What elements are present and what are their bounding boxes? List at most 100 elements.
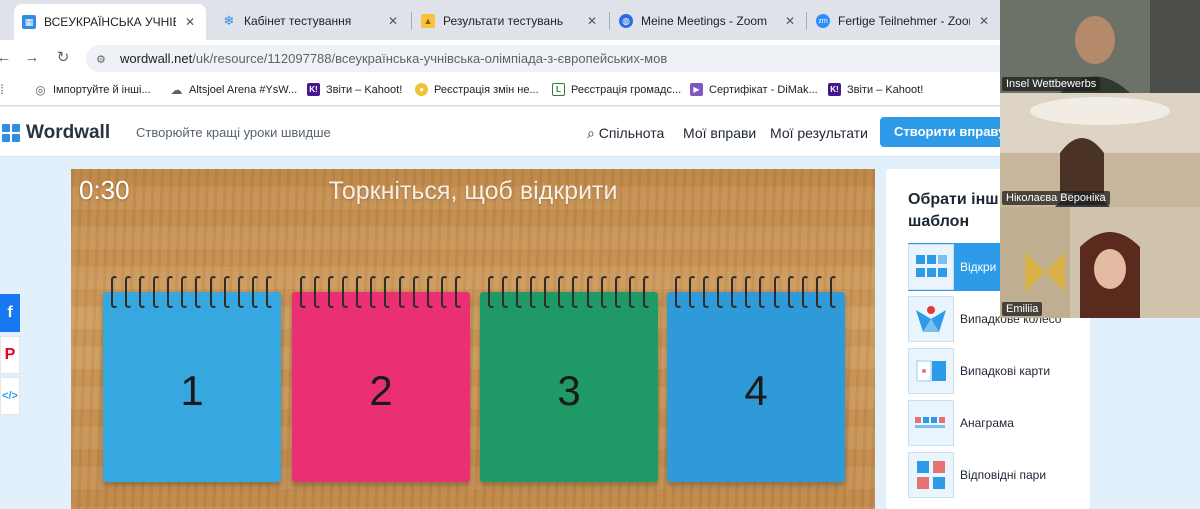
template-anagram[interactable]: Анаграма xyxy=(908,399,1090,447)
spiral-ring xyxy=(628,276,636,308)
document-icon: L xyxy=(552,83,565,96)
spiral-ring xyxy=(153,276,161,308)
snowflake-icon: ❄ xyxy=(223,13,235,28)
video-tile-3[interactable]: Emiliia xyxy=(1000,207,1200,318)
spiral-binding xyxy=(300,276,462,308)
close-icon[interactable]: ✕ xyxy=(182,15,198,29)
game-board[interactable]: 0:30 Торкніться, щоб відкрити 1 2 3 4 xyxy=(71,169,875,509)
tab-zoom-participants[interactable]: zm Fertige Teilnehmer - Zoom ✕ xyxy=(808,6,1000,36)
cards-icon xyxy=(908,348,954,394)
bookmark-item[interactable]: ◎ Імпортуйте й інші... xyxy=(34,82,151,97)
participant-video xyxy=(1000,93,1200,207)
tab-wordwall[interactable]: ▦ ВСЕУКРАЇНСЬКА УЧНІВСЬКА ✕ xyxy=(14,4,206,40)
nav-community[interactable]: ⌕ Спільнота xyxy=(587,125,664,142)
bookmark-item[interactable]: ▶ Сертифікат - DiMak... xyxy=(690,83,818,96)
bookmark-label: Реєстрація громадс... xyxy=(571,83,682,96)
box-card-4[interactable]: 4 xyxy=(667,292,845,482)
reload-icon[interactable]: ↻ xyxy=(53,48,73,68)
spiral-binding xyxy=(675,276,837,308)
embed-icon[interactable]: </> xyxy=(0,377,20,415)
address-bar[interactable]: ⚙ wordwall.net /uk/resource/112097788/вс… xyxy=(86,45,1026,72)
spiral-ring xyxy=(328,276,336,308)
wordwall-logo[interactable]: Wordwall xyxy=(2,122,110,144)
close-icon[interactable]: ✕ xyxy=(976,14,992,28)
bookmark-item[interactable]: ● Реєстрація змін не... xyxy=(415,83,539,96)
bookmark-label: Реєстрація змін не... xyxy=(434,83,539,96)
site-settings-icon[interactable]: ⚙ xyxy=(96,53,110,66)
spiral-ring xyxy=(558,276,566,308)
template-random-cards[interactable]: Випадкові карти xyxy=(908,347,1090,395)
close-icon[interactable]: ✕ xyxy=(584,14,600,28)
bookmark-label: Звіти – Kahoot! xyxy=(847,83,924,96)
spiral-ring xyxy=(544,276,552,308)
spiral-ring xyxy=(787,276,795,308)
template-matching-pairs[interactable]: Відповідні пари xyxy=(908,451,1090,499)
spiral-ring xyxy=(398,276,406,308)
tab-label: Fertige Teilnehmer - Zoom xyxy=(838,14,970,28)
spiral-ring xyxy=(717,276,725,308)
tab-testing-cabinet[interactable]: ❄ Кабінет тестування ✕ xyxy=(214,6,409,36)
spiral-ring xyxy=(251,276,259,308)
spiral-ring xyxy=(703,276,711,308)
spiral-ring xyxy=(689,276,697,308)
spiral-ring xyxy=(815,276,823,308)
globe-icon: ◎ xyxy=(34,82,47,97)
video-tile-1[interactable]: Insel Wettbewerbs xyxy=(1000,0,1200,93)
wordwall-icon: ▦ xyxy=(22,15,36,29)
pinterest-icon[interactable]: P xyxy=(0,336,20,374)
spiral-ring xyxy=(314,276,322,308)
bookmark-item[interactable]: L Реєстрація громадс... xyxy=(552,83,681,96)
spiral-ring xyxy=(195,276,203,308)
spiral-ring xyxy=(745,276,753,308)
nav-my-activities[interactable]: Мої вправи xyxy=(683,125,756,141)
spiral-ring xyxy=(502,276,510,308)
box-card-1[interactable]: 1 xyxy=(103,292,281,482)
spiral-ring xyxy=(759,276,767,308)
spiral-ring xyxy=(209,276,217,308)
back-arrow-icon[interactable]: ← xyxy=(0,48,14,68)
spiral-ring xyxy=(384,276,392,308)
shield-icon: ▶ xyxy=(690,83,703,96)
spiral-ring xyxy=(342,276,350,308)
close-icon[interactable]: ✕ xyxy=(385,14,401,28)
spiral-ring xyxy=(572,276,580,308)
forward-arrow-icon[interactable]: → xyxy=(22,48,42,68)
box-card-3[interactable]: 3 xyxy=(480,292,658,482)
tab-separator xyxy=(411,12,412,30)
bookmark-item[interactable]: ☁ Altsjoel Arena #YsW... xyxy=(170,82,297,97)
spiral-ring xyxy=(675,276,682,308)
bookmark-item[interactable]: K! Звіти – Kahoot! xyxy=(307,83,402,96)
nav-my-results[interactable]: Мої результати xyxy=(770,125,868,141)
spiral-ring xyxy=(265,276,273,308)
cloud-icon: ☁ xyxy=(170,82,183,97)
facebook-icon[interactable]: f xyxy=(0,294,20,332)
game-prompt: Торкніться, щоб відкрити xyxy=(328,177,618,205)
spiral-ring xyxy=(111,276,118,308)
card-number: 2 xyxy=(369,367,393,414)
spiral-ring xyxy=(426,276,434,308)
logo-text: Wordwall xyxy=(26,122,111,143)
box-card-2[interactable]: 2 xyxy=(292,292,470,482)
spiral-ring xyxy=(237,276,245,308)
participant-name: Emiliia xyxy=(1002,302,1043,316)
participant-name: Ніколаєва Вероніка xyxy=(1002,191,1110,205)
tab-label: Результати тестувань xyxy=(443,14,564,28)
create-activity-button[interactable]: Створити вправу xyxy=(880,117,1010,147)
video-tile-2[interactable]: Ніколаєва Вероніка xyxy=(1000,93,1200,207)
tab-zoom-meetings[interactable]: ◍ Meine Meetings - Zoom ✕ xyxy=(611,6,806,36)
spiral-ring xyxy=(829,276,837,308)
spiral-ring xyxy=(454,276,462,308)
card-number: 4 xyxy=(744,367,768,414)
bookmark-item[interactable]: K! Звіти – Kahoot! xyxy=(828,83,923,96)
close-icon[interactable]: ✕ xyxy=(782,14,798,28)
open-box-icon xyxy=(908,244,954,290)
tab-label: Meine Meetings - Zoom xyxy=(641,14,768,28)
spiral-ring xyxy=(586,276,594,308)
spiral-binding xyxy=(488,276,650,308)
spiral-ring xyxy=(412,276,420,308)
apps-grid-icon[interactable]: ⁞ xyxy=(0,80,12,100)
tab-test-results[interactable]: ▲ Результати тестувань ✕ xyxy=(413,6,608,36)
nav-label: Спільнота xyxy=(598,125,665,141)
spiral-ring xyxy=(801,276,809,308)
globe-icon: ◍ xyxy=(619,14,633,28)
